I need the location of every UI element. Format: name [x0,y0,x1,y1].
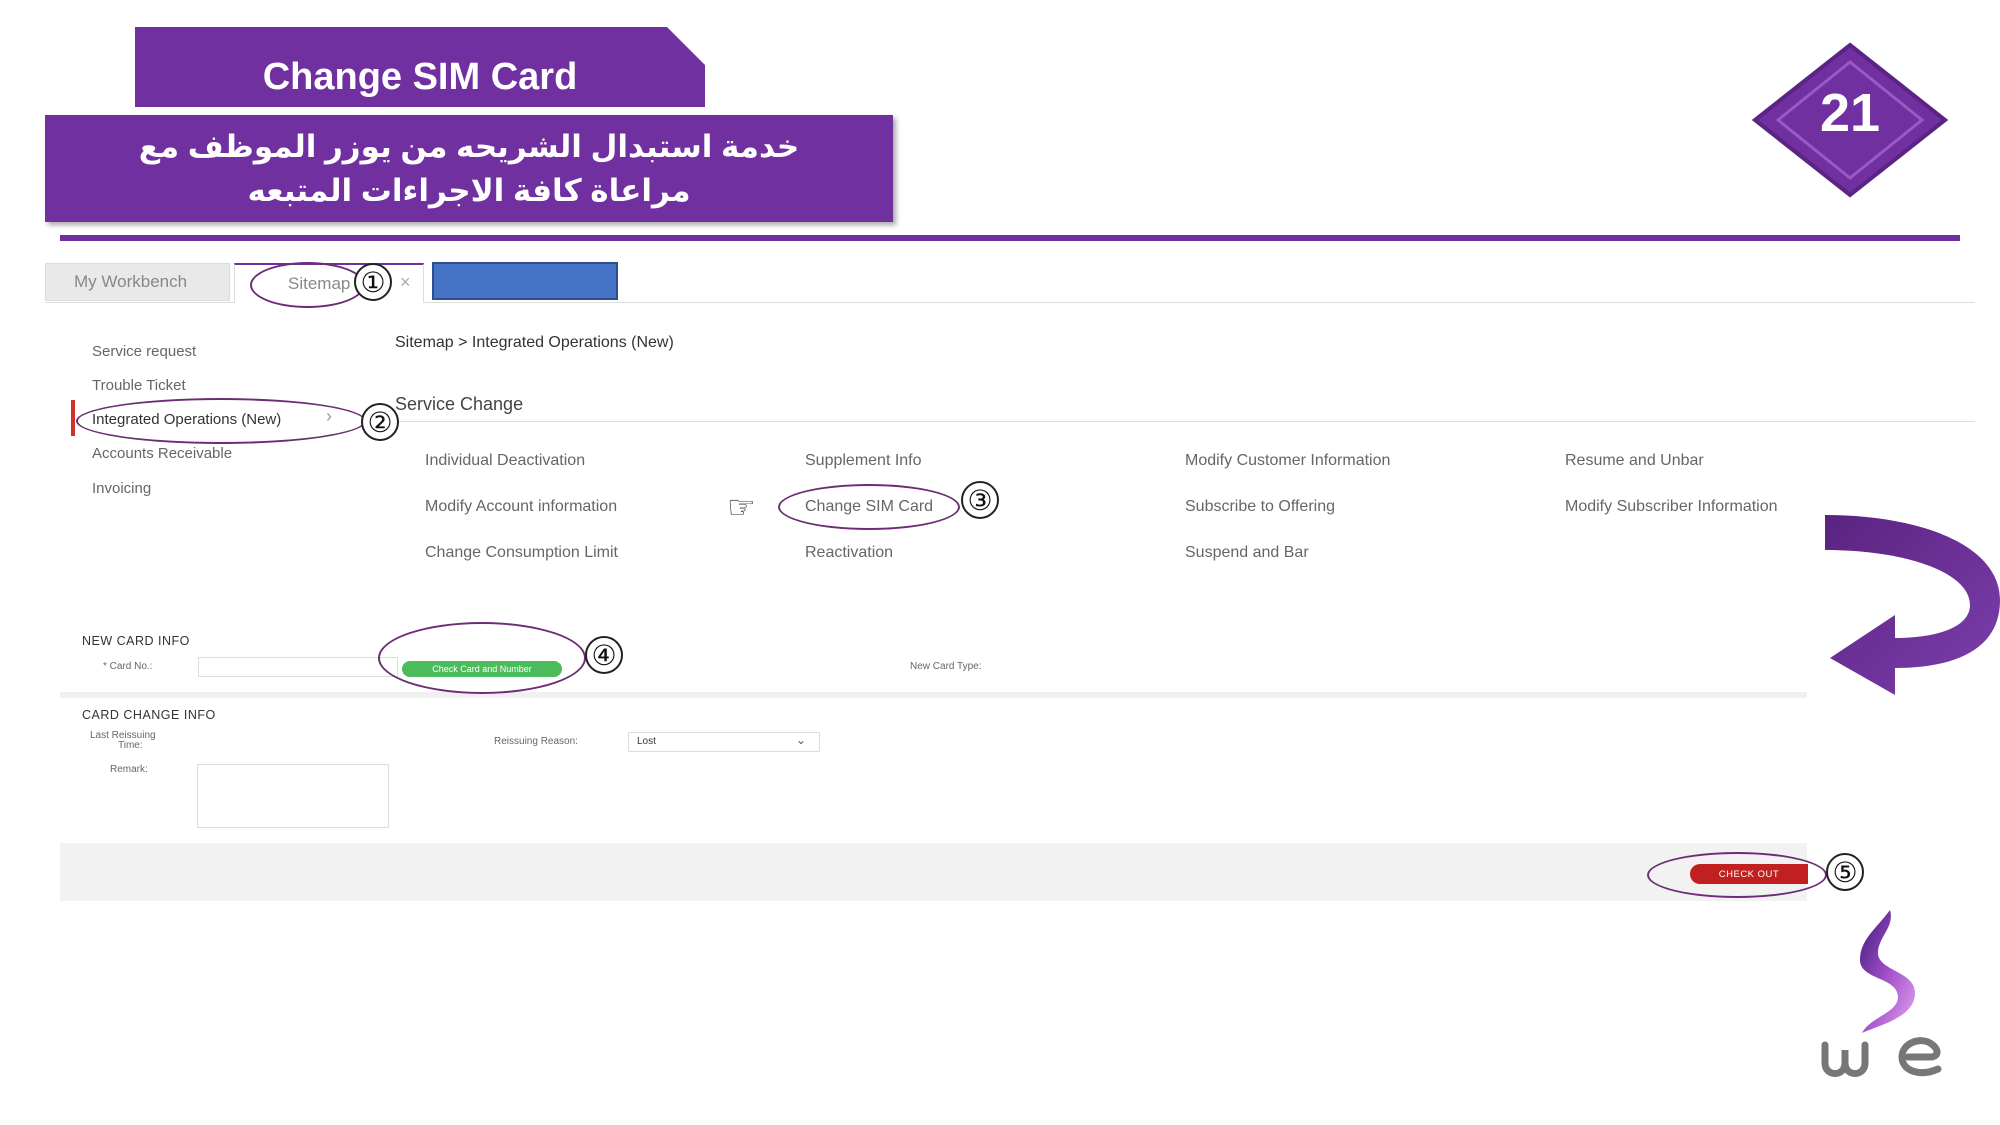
arabic-subtitle: خدمة استبدال الشريحه من يوزر الموظف مع م… [138,128,800,208]
op-suspend-and-bar[interactable]: Suspend and Bar [1185,544,1309,562]
panel-separator [60,692,1807,698]
op-change-consumption-limit[interactable]: Change Consumption Limit [425,544,618,562]
sidebar-item-accounts-receivable[interactable]: Accounts Receivable [92,445,232,462]
annotation-ellipse-integrated-ops [76,398,366,444]
op-modify-customer-information[interactable]: Modify Customer Information [1185,452,1390,470]
title-banner: Change SIM Card [135,27,705,107]
breadcrumb: Sitemap > Integrated Operations (New) [395,334,674,351]
section-divider [395,421,1975,422]
pointing-hand-icon: ☞ [727,489,756,525]
op-supplement-info[interactable]: Supplement Info [805,452,922,470]
reissuing-reason-select[interactable]: Lost [628,732,820,752]
card-change-info-header: CARD CHANGE INFO [82,708,216,722]
annotation-ellipse-change-sim [778,484,960,530]
menu-active-indicator [71,400,75,436]
chevron-down-icon: ⌄ [796,733,807,747]
tab-redacted[interactable] [432,262,618,300]
remark-textarea[interactable] [197,764,389,828]
op-modify-subscriber-information[interactable]: Modify Subscriber Information [1565,498,1778,516]
annotation-ellipse-sitemap [250,262,365,308]
arabic-subtitle-banner: خدمة استبدال الشريحه من يوزر الموظف مع م… [45,115,893,222]
page-number: 21 [1819,83,1881,143]
section-title: Service Change [395,394,524,414]
curved-arrow-icon [1825,515,2000,695]
op-resume-and-unbar[interactable]: Resume and Unbar [1565,452,1704,470]
annotation-ellipse-checkout [1647,852,1827,898]
new-card-info-header: NEW CARD INFO [82,634,190,648]
new-card-type-label: New Card Type: [910,661,982,672]
annotation-ellipse-check-card [378,622,586,694]
op-subscribe-to-offering[interactable]: Subscribe to Offering [1185,498,1335,516]
reissuing-reason-label: Reissuing Reason: [494,736,578,747]
remark-label: Remark: [110,764,148,775]
step-number-5: ⑤ [1826,853,1864,891]
tab-my-workbench[interactable]: My Workbench [45,263,230,301]
we-logo-icon [1821,910,1942,1077]
title-divider [60,235,1960,241]
close-icon[interactable]: × [400,272,411,293]
card-no-input[interactable] [198,657,398,677]
step-number-4: ④ [585,636,623,674]
sidebar-item-trouble-ticket[interactable]: Trouble Ticket [92,377,186,394]
form-footer [60,843,1807,901]
slide-title: Change SIM Card [262,55,578,98]
op-reactivation[interactable]: Reactivation [805,544,893,562]
op-modify-account-information[interactable]: Modify Account information [425,498,617,516]
sidebar-item-invoicing[interactable]: Invoicing [92,480,151,497]
step-number-2: ② [361,403,399,441]
card-no-label: * Card No.: [103,661,153,672]
last-reissuing-label-time: Time: [118,740,143,751]
step-number-3: ③ [961,481,999,519]
op-individual-deactivation[interactable]: Individual Deactivation [425,452,585,470]
sidebar-item-service-request[interactable]: Service request [92,343,196,360]
step-number-1: ① [354,263,392,301]
